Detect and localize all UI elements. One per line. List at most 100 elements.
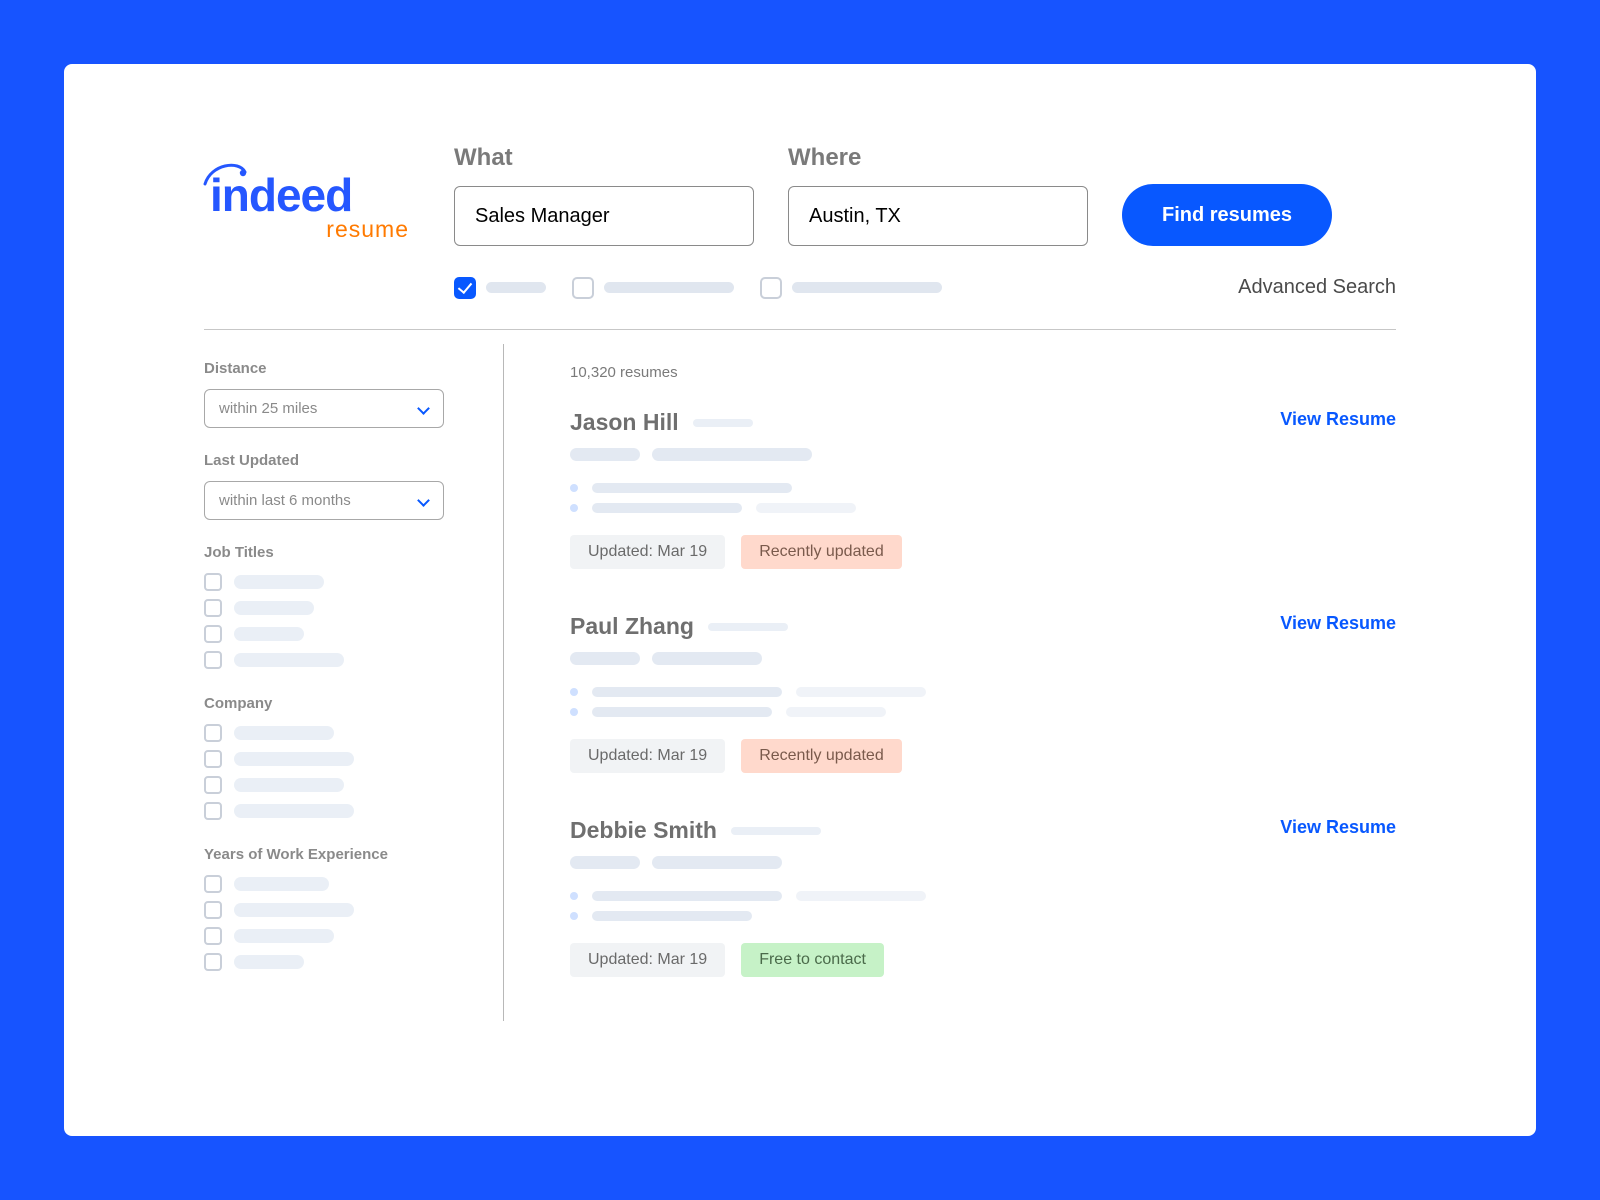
distance-label: Distance [204, 360, 473, 377]
filter-option[interactable] [204, 953, 473, 971]
filter-option[interactable] [204, 927, 473, 945]
placeholder-bar [693, 419, 753, 427]
resume-card: Paul Zhang View Resume Updated: Mar 19 R… [570, 613, 1396, 773]
filter-option[interactable] [204, 573, 473, 591]
filter-option[interactable] [204, 875, 473, 893]
placeholder-bar [234, 653, 344, 667]
checkbox-icon [454, 277, 476, 299]
checkbox-icon [204, 776, 222, 794]
job-titles-list [204, 573, 473, 669]
checkbox-icon [204, 901, 222, 919]
placeholder-bar [234, 726, 334, 740]
placeholder-bar [570, 856, 640, 869]
placeholder-bar [796, 891, 926, 901]
years-exp-label: Years of Work Experience [204, 846, 473, 863]
resume-card: Debbie Smith View Resume Updated: Mar 19… [570, 817, 1396, 977]
placeholder-bar [234, 575, 324, 589]
view-resume-link[interactable]: View Resume [1280, 613, 1396, 634]
search-sub-row: Advanced Search [454, 276, 1396, 299]
what-field-group: What [454, 144, 754, 246]
filter-option[interactable] [204, 599, 473, 617]
placeholder-bar [234, 778, 344, 792]
advanced-search-link[interactable]: Advanced Search [1238, 276, 1396, 299]
bullet-icon [570, 708, 578, 716]
candidate-name: Paul Zhang [570, 613, 694, 640]
filter-option[interactable] [204, 625, 473, 643]
filter-option[interactable] [204, 724, 473, 742]
where-input[interactable] [788, 186, 1088, 246]
filter-option[interactable] [204, 901, 473, 919]
filter-option[interactable] [204, 776, 473, 794]
checkbox-icon [204, 724, 222, 742]
distance-select[interactable]: within 25 miles [204, 389, 444, 428]
bullet-icon [570, 688, 578, 696]
placeholder-bar [592, 483, 792, 493]
logo-block: indeed resume [204, 144, 414, 243]
job-titles-label: Job Titles [204, 544, 473, 561]
checkbox-icon [204, 875, 222, 893]
header: indeed resume What Where Find resumes [204, 144, 1396, 299]
checkbox-icon [204, 802, 222, 820]
last-updated-select[interactable]: within last 6 months [204, 481, 444, 520]
placeholder-bar [708, 623, 788, 631]
checkbox-icon [204, 750, 222, 768]
candidate-name: Jason Hill [570, 409, 679, 436]
placeholder-bar [234, 903, 354, 917]
filter-chips [454, 277, 942, 299]
results-count: 10,320 resumes [570, 364, 1396, 381]
placeholder-bar [234, 929, 334, 943]
placeholder-bar [592, 891, 782, 901]
resume-card: Jason Hill View Resume Updated: Mar 19 R… [570, 409, 1396, 569]
status-badge: Free to contact [741, 943, 884, 977]
checkbox-icon [204, 953, 222, 971]
bullet-icon [570, 504, 578, 512]
checkbox-icon [572, 277, 594, 299]
placeholder-bar [652, 856, 782, 869]
placeholder-bar [234, 877, 329, 891]
status-badge: Recently updated [741, 535, 902, 569]
status-badge: Recently updated [741, 739, 902, 773]
placeholder-bar [234, 627, 304, 641]
placeholder-bar [592, 687, 782, 697]
checkbox-icon [204, 927, 222, 945]
divider [204, 329, 1396, 330]
app-card: indeed resume What Where Find resumes [64, 64, 1536, 1136]
chevron-down-icon [417, 403, 429, 415]
results: 10,320 resumes Jason Hill View Resume [504, 344, 1396, 1021]
updated-badge: Updated: Mar 19 [570, 943, 725, 977]
find-resumes-button[interactable]: Find resumes [1122, 184, 1332, 246]
placeholder-bar [570, 652, 640, 665]
view-resume-link[interactable]: View Resume [1280, 817, 1396, 838]
search-fields: What Where Find resumes [454, 144, 1396, 246]
checkbox-icon [204, 599, 222, 617]
chevron-down-icon [417, 495, 429, 507]
checkbox-icon [760, 277, 782, 299]
what-input[interactable] [454, 186, 754, 246]
last-updated-label: Last Updated [204, 452, 473, 469]
company-list [204, 724, 473, 820]
company-label: Company [204, 695, 473, 712]
placeholder-bar [731, 827, 821, 835]
placeholder-bar [234, 804, 354, 818]
filter-option[interactable] [204, 802, 473, 820]
placeholder-bar [234, 601, 314, 615]
body: Distance within 25 miles Last Updated wi… [204, 344, 1396, 1021]
placeholder-bar [756, 503, 856, 513]
view-resume-link[interactable]: View Resume [1280, 409, 1396, 430]
placeholder-bar [604, 282, 734, 293]
where-label: Where [788, 144, 1088, 172]
placeholder-bar [592, 503, 742, 513]
placeholder-bar [796, 687, 926, 697]
filter-option[interactable] [204, 750, 473, 768]
years-exp-list [204, 875, 473, 971]
checkbox-icon [204, 573, 222, 591]
placeholder-bar [486, 282, 546, 293]
what-label: What [454, 144, 754, 172]
filter-chip-2[interactable] [572, 277, 734, 299]
logo: indeed [204, 176, 414, 215]
filter-chip-3[interactable] [760, 277, 942, 299]
placeholder-bar [786, 707, 886, 717]
filter-option[interactable] [204, 651, 473, 669]
filter-chip-1[interactable] [454, 277, 546, 299]
bullet-icon [570, 912, 578, 920]
